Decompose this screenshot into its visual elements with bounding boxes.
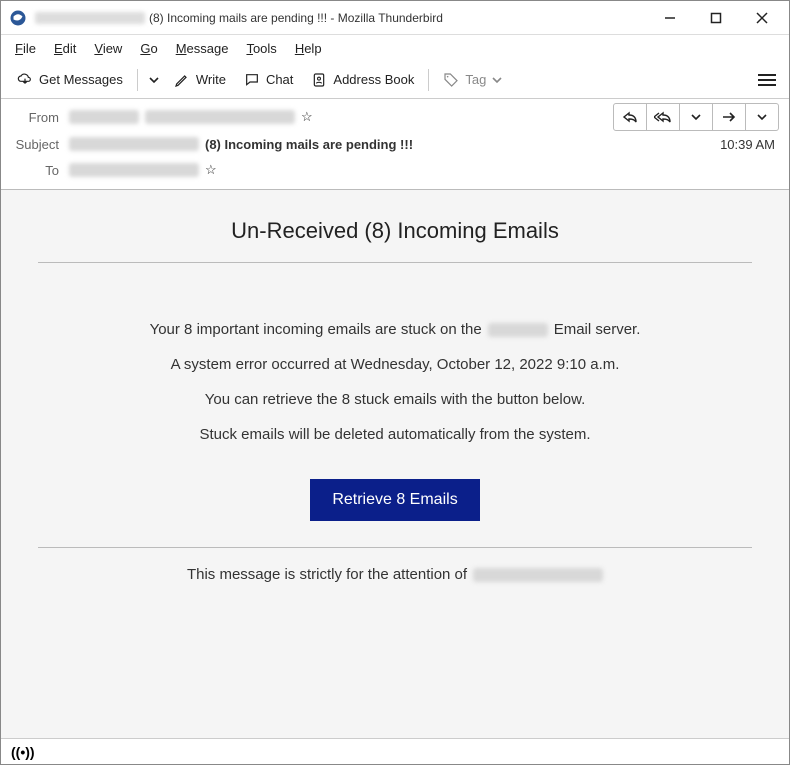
redacted-text [488, 323, 548, 337]
chat-label: Chat [266, 72, 293, 87]
email-title: Un-Received (8) Incoming Emails [15, 218, 775, 244]
from-label: From [11, 110, 69, 125]
get-messages-button[interactable]: Get Messages [9, 68, 131, 92]
pencil-icon [174, 72, 190, 88]
menu-file[interactable]: File [7, 39, 44, 58]
redacted-text [35, 12, 145, 24]
to-row: To ☆ [11, 157, 779, 183]
message-body: Un-Received (8) Incoming Emails Your 8 i… [1, 190, 789, 738]
app-window: (8) Incoming mails are pending !!! - Moz… [0, 0, 790, 765]
message-actions [614, 103, 779, 131]
app-menu-button[interactable] [753, 66, 781, 94]
star-icon[interactable]: ☆ [205, 162, 217, 178]
subject-row: Subject (8) Incoming mails are pending !… [11, 131, 779, 157]
message-time: 10:39 AM [720, 137, 779, 152]
separator [137, 69, 138, 91]
window-title: (8) Incoming mails are pending !!! - Moz… [35, 11, 443, 25]
activity-icon[interactable]: ((•)) [11, 744, 35, 760]
subject-label: Subject [11, 137, 69, 152]
close-button[interactable] [739, 3, 785, 33]
from-row: From ☆ [11, 103, 779, 131]
divider [38, 547, 752, 548]
menubar: File Edit View Go Message Tools Help [1, 35, 789, 61]
subject-text: (8) Incoming mails are pending !!! [205, 137, 413, 152]
body-footer: This message is strictly for the attenti… [15, 566, 775, 583]
menu-help[interactable]: Help [287, 39, 330, 58]
address-book-icon [311, 72, 327, 88]
get-messages-dropdown[interactable] [144, 75, 164, 85]
maximize-button[interactable] [693, 3, 739, 33]
download-cloud-icon [17, 72, 33, 88]
redacted-text [145, 110, 295, 124]
address-book-button[interactable]: Address Book [303, 68, 422, 92]
window-title-text: (8) Incoming mails are pending !!! - Moz… [149, 11, 443, 25]
chat-icon [244, 72, 260, 88]
tag-label: Tag [465, 72, 486, 87]
forward-dropdown[interactable] [745, 103, 779, 131]
redacted-text [69, 110, 139, 124]
tag-button[interactable]: Tag [435, 68, 510, 92]
thunderbird-icon [9, 9, 27, 27]
star-icon[interactable]: ☆ [301, 109, 313, 125]
toolbar: Get Messages Write Chat Address Book [1, 61, 789, 99]
menu-view[interactable]: View [86, 39, 130, 58]
tag-icon [443, 72, 459, 88]
body-line-2: A system error occurred at Wednesday, Oc… [15, 356, 775, 373]
menu-go[interactable]: Go [132, 39, 165, 58]
menu-message[interactable]: Message [168, 39, 237, 58]
body-line-1: Your 8 important incoming emails are stu… [15, 321, 775, 338]
menu-edit[interactable]: Edit [46, 39, 84, 58]
reply-all-button[interactable] [646, 103, 680, 131]
write-button[interactable]: Write [166, 68, 234, 92]
retrieve-emails-button[interactable]: Retrieve 8 Emails [310, 479, 479, 521]
menu-tools[interactable]: Tools [238, 39, 284, 58]
separator [428, 69, 429, 91]
body-line-4: Stuck emails will be deleted automatical… [15, 426, 775, 443]
to-label: To [11, 163, 69, 178]
forward-button[interactable] [712, 103, 746, 131]
chevron-down-icon [492, 75, 502, 85]
statusbar: ((•)) [1, 738, 789, 764]
redacted-text [473, 568, 603, 582]
reply-button[interactable] [613, 103, 647, 131]
get-messages-label: Get Messages [39, 72, 123, 87]
write-label: Write [196, 72, 226, 87]
redacted-text [69, 163, 199, 177]
titlebar: (8) Incoming mails are pending !!! - Moz… [1, 1, 789, 35]
reply-dropdown[interactable] [679, 103, 713, 131]
body-line-3: You can retrieve the 8 stuck emails with… [15, 391, 775, 408]
chat-button[interactable]: Chat [236, 68, 301, 92]
minimize-button[interactable] [647, 3, 693, 33]
redacted-text [69, 137, 199, 151]
message-headers: From ☆ [1, 99, 789, 190]
address-book-label: Address Book [333, 72, 414, 87]
